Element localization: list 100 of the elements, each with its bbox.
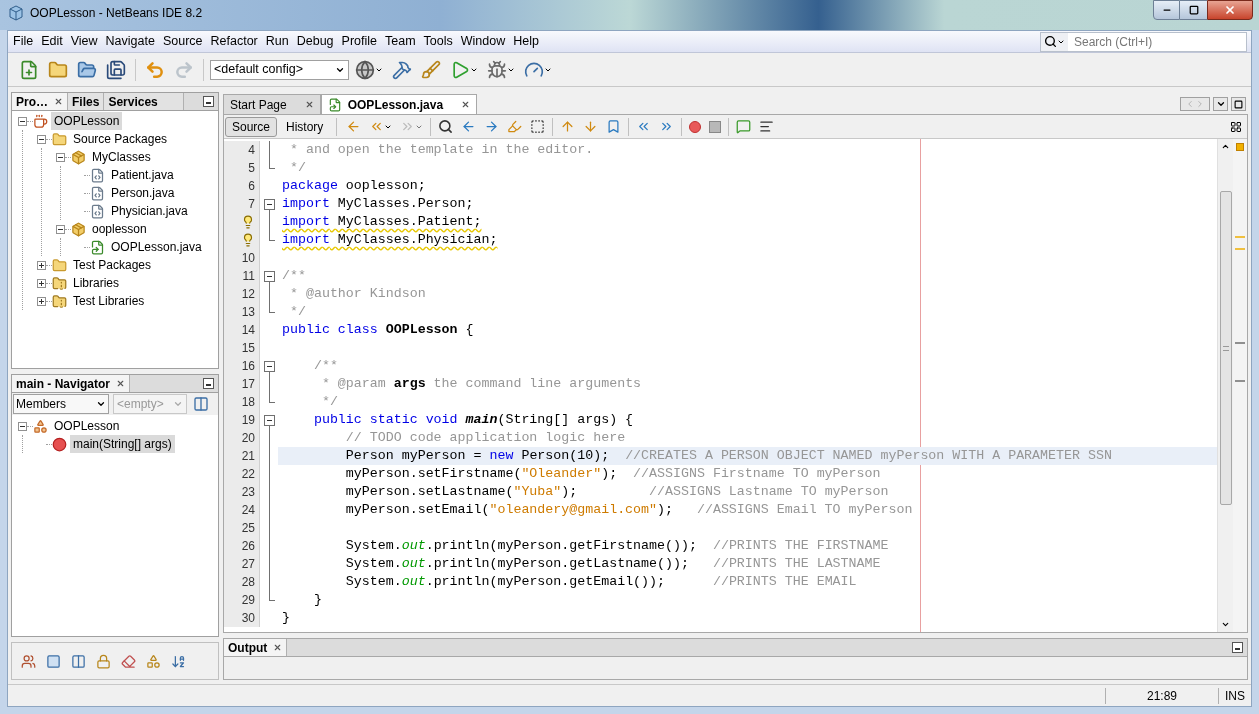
line-number: 21	[241, 448, 255, 465]
menu-item[interactable]: Source	[158, 32, 207, 51]
tree-item[interactable]: Physician.java	[108, 202, 191, 220]
tree-item[interactable]: Person.java	[108, 184, 178, 202]
close-icon[interactable]	[273, 643, 283, 652]
play-icon	[450, 59, 470, 80]
menu-item[interactable]: Window	[456, 32, 510, 51]
columns-icon	[71, 653, 86, 669]
fold-toggle[interactable]	[263, 361, 275, 372]
tree-item[interactable]: ooplesson	[89, 220, 150, 238]
menu-item[interactable]: Debug	[292, 32, 338, 51]
menu-item[interactable]: Navigate	[101, 32, 159, 51]
arrow-right-icon	[484, 119, 500, 134]
code-line: /**	[312, 357, 339, 375]
tree-item[interactable]: Test Packages	[70, 256, 155, 274]
config-select[interactable]: <default config>	[210, 59, 349, 80]
menu-item[interactable]: Run	[261, 32, 293, 51]
eraser-icon	[121, 653, 136, 669]
editor-tab[interactable]: OOPLesson.java	[320, 94, 478, 114]
caret-icon	[1215, 99, 1226, 109]
tree-item[interactable]: OOPLesson	[51, 112, 123, 130]
tree-item[interactable]: Test Libraries	[70, 292, 148, 310]
caret-icon	[173, 399, 183, 409]
expander-box[interactable]	[37, 134, 46, 144]
editor-tab[interactable]: Start Page	[223, 94, 321, 114]
panel-tab[interactable]: Services	[104, 93, 185, 110]
expander-box[interactable]	[37, 296, 46, 306]
code-line: * and open the template in the editor.	[288, 141, 595, 159]
tree-item[interactable]: OOPLesson.java	[108, 238, 205, 256]
tab-list-button[interactable]	[1213, 97, 1228, 111]
maximize-button[interactable]	[1180, 0, 1207, 20]
menu-item[interactable]: Edit	[37, 32, 67, 51]
circle-icon	[52, 436, 67, 452]
tree-item[interactable]: OOPLesson	[51, 417, 123, 435]
menu-item[interactable]: Refactor	[206, 32, 262, 51]
lines-icon	[759, 119, 775, 134]
file-icon	[90, 185, 105, 201]
tree-item[interactable]: Patient.java	[108, 166, 177, 184]
menu-item[interactable]: Team	[381, 32, 420, 51]
window-title: OOPLesson - NetBeans IDE 8.2	[30, 5, 203, 22]
code-line: }	[312, 591, 323, 609]
view-tab[interactable]: History	[279, 116, 331, 137]
scrollbar[interactable]	[1217, 139, 1233, 632]
code-line: // TODO code application logic here	[344, 429, 627, 447]
hammer-icon	[392, 59, 412, 80]
close-icon[interactable]	[304, 100, 314, 109]
insert-mode: INS	[1224, 687, 1246, 705]
split-button[interactable]	[1230, 120, 1242, 133]
globe-icon	[355, 59, 375, 80]
code-line: public static void main(String[] args) {	[312, 411, 635, 429]
tree-item[interactable]: main(String[] args)	[70, 435, 175, 453]
menu-item[interactable]: Tools	[419, 32, 457, 51]
menu-item[interactable]: View	[66, 32, 102, 51]
minimize-button[interactable]	[203, 378, 214, 389]
panel-tab[interactable]: Output	[224, 639, 288, 656]
maximize-button[interactable]	[1231, 97, 1246, 111]
close-icon[interactable]	[116, 379, 126, 388]
tree-item[interactable]: MyClasses	[89, 148, 154, 166]
scroll-up-icon[interactable]	[1221, 142, 1230, 151]
view-tab[interactable]: Source	[225, 116, 278, 137]
minimize-button[interactable]	[1232, 642, 1243, 653]
file-icon	[90, 203, 105, 219]
lightbulb-icon[interactable]	[241, 215, 255, 229]
tree-item[interactable]: Libraries	[70, 274, 123, 292]
members-select[interactable]: Members	[13, 394, 109, 414]
tree-item[interactable]: Source Packages	[70, 130, 171, 148]
line-number: 24	[241, 502, 255, 519]
panel-tab[interactable]: Pro…	[12, 93, 68, 110]
file-plus-icon	[19, 59, 39, 80]
menu-item[interactable]: File	[9, 32, 38, 51]
layout-button[interactable]	[191, 394, 211, 414]
code-line: System.out.println(myPerson.getEmail()); //PRINTS THE EMAIL	[344, 573, 858, 591]
close-icon[interactable]	[461, 100, 471, 109]
caret-position: 21:89	[1145, 687, 1178, 705]
columns-icon	[193, 396, 209, 412]
line-number: 10	[241, 250, 255, 267]
expander-box[interactable]	[18, 116, 27, 126]
code-line: import MyClasses.Person;	[281, 195, 475, 213]
line-number: 19	[241, 412, 255, 429]
shapes-icon	[33, 418, 48, 434]
line-number: 5	[248, 160, 255, 177]
fold-toggle[interactable]	[263, 415, 275, 426]
panel-tab[interactable]: main - Navigator	[12, 375, 131, 392]
minimize-button[interactable]	[203, 96, 214, 107]
line-number: 6	[248, 178, 255, 195]
fold-toggle[interactable]	[263, 271, 275, 282]
expander-box[interactable]	[37, 278, 46, 288]
fold-toggle[interactable]	[263, 199, 275, 210]
close-icon[interactable]	[54, 97, 63, 106]
scroll-down-icon[interactable]	[1221, 620, 1230, 629]
window-icon	[1234, 99, 1243, 109]
lightbulb-icon[interactable]	[241, 233, 255, 247]
menu-item[interactable]: Help	[509, 32, 543, 51]
close-button[interactable]	[1207, 0, 1253, 20]
expander-box[interactable]	[37, 260, 46, 270]
panel-tab[interactable]: Files	[68, 93, 105, 110]
expander-box[interactable]	[56, 224, 65, 234]
expander-box[interactable]	[18, 421, 27, 431]
menu-item[interactable]: Profile	[337, 32, 381, 51]
expander-box[interactable]	[56, 152, 65, 162]
